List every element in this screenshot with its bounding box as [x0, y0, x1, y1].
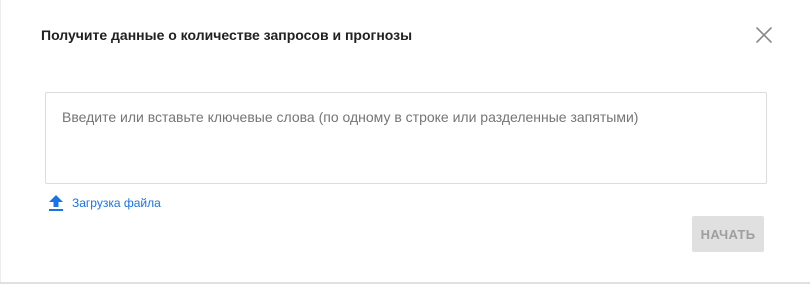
close-button[interactable] [754, 25, 774, 45]
close-icon [756, 27, 772, 43]
upload-icon [49, 195, 63, 211]
dialog-title: Получите данные о количестве запросов и … [41, 27, 413, 43]
keyword-planner-dialog: Получите данные о количестве запросов и … [0, 0, 810, 284]
start-button[interactable]: НАЧАТЬ [692, 216, 764, 252]
file-upload-link[interactable]: Загрузка файла [48, 194, 161, 212]
keyword-input-box [45, 92, 767, 184]
file-upload-label: Загрузка файла [72, 196, 161, 210]
keyword-input[interactable] [46, 93, 766, 183]
